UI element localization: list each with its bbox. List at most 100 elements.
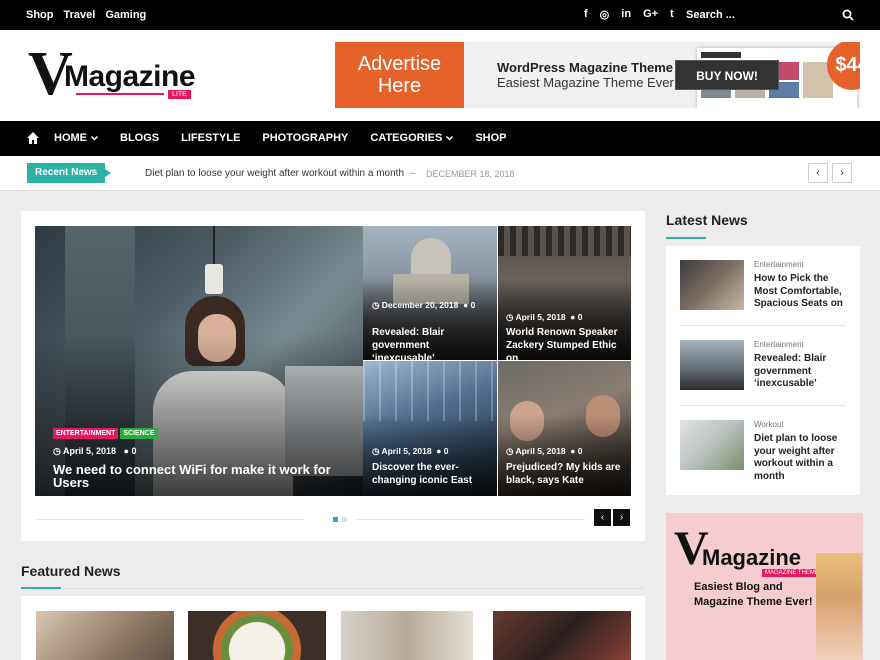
ceiling-beams (498, 226, 631, 256)
latest-news-title[interactable]: How to Pick the Most Comfortable, Spacio… (754, 273, 850, 311)
ticker-separator: – (410, 168, 416, 179)
section-rule (21, 588, 645, 589)
latest-news-thumb[interactable] (680, 420, 744, 470)
facebook-icon[interactable]: f (584, 8, 588, 21)
top-link-shop[interactable]: Shop (26, 9, 54, 21)
slide-tile[interactable]: ◷ December 20, 2018 ● 0 Revealed: Blair … (363, 226, 497, 360)
slide-tile[interactable]: ◷ April 5, 2018 ● 0 World Renown Speaker… (498, 226, 631, 360)
latest-news-title[interactable]: Revealed: Blair government ‘inexcusable’ (754, 353, 850, 391)
nav-item-lifestyle[interactable]: LIFESTYLE (181, 132, 240, 144)
lamp (205, 264, 223, 294)
instagram-icon[interactable]: ◎ (600, 8, 610, 21)
tile-title[interactable]: World Renown Speaker Zackery Stumped Eth… (506, 326, 630, 360)
slider-dot-active[interactable] (333, 517, 338, 522)
tumblr-icon[interactable]: t (670, 8, 674, 21)
search-input[interactable]: Search ... (686, 9, 735, 21)
buy-now-button[interactable]: BUY NOW! (675, 60, 779, 90)
tile-title[interactable]: Prejudiced? My kids are black, says Kate (506, 461, 630, 487)
google-plus-icon[interactable]: G+ (643, 8, 658, 21)
slider-divider (355, 519, 585, 520)
post-date: April 5, 2018 (381, 446, 432, 456)
lamp-cord (213, 226, 215, 266)
slider-prev-button[interactable]: ‹ (594, 509, 611, 526)
tile-meta: ◷ April 5, 2018 ● 0 (506, 312, 583, 322)
latest-news-title[interactable]: Diet plan to loose your weight after wor… (754, 433, 850, 483)
advertise-line-2: Here (377, 75, 422, 97)
ad-title: WordPress Magazine Theme (497, 60, 674, 75)
logo-underline (76, 93, 164, 95)
latest-news-item[interactable]: Entertainment How to Pick the Most Comfo… (680, 260, 850, 320)
featured-post-image[interactable] (36, 611, 174, 660)
search-icon[interactable] (842, 9, 854, 21)
category-badge[interactable]: SCIENCE (120, 428, 158, 439)
top-bar: Shop Travel Gaming f ◎ in G+ t Search ..… (0, 0, 880, 30)
top-link-travel[interactable]: Travel (64, 9, 96, 21)
latest-news-item[interactable]: Workout Diet plan to loose your weight a… (680, 420, 850, 490)
nav-label: SHOP (475, 132, 507, 144)
latest-news-category[interactable]: Entertainment (754, 260, 804, 269)
comment-count: 0 (443, 446, 449, 456)
slide-tile[interactable]: ◷ April 5, 2018 ● 0 Discover the ever-ch… (363, 361, 497, 496)
main-slide-title[interactable]: We need to connect WiFi for make it work… (53, 463, 353, 489)
main-slide[interactable]: ENTERTAINMENT SCIENCE ◷ April 5, 2018 ● 0… (35, 226, 363, 496)
post-date: December 20, 2018 (381, 300, 459, 310)
comment-count: 0 (131, 446, 137, 456)
nav-label: CATEGORIES (370, 132, 443, 144)
top-links: Shop Travel Gaming (26, 9, 146, 21)
featured-post-image[interactable] (493, 611, 631, 660)
comment-count: 0 (577, 446, 583, 456)
main-slide-categories: ENTERTAINMENT SCIENCE (53, 422, 160, 440)
post-date: April 5, 2018 (515, 446, 566, 456)
comment-count: 0 (577, 312, 583, 322)
ticker-date: DECEMBER 18, 2018 (426, 169, 515, 179)
ad-subtitle: Easiest Magazine Theme Ever! (497, 75, 678, 90)
top-link-gaming[interactable]: Gaming (105, 9, 146, 21)
chevron-down-icon (446, 135, 454, 141)
nav-item-blogs[interactable]: BLOGS (120, 132, 159, 144)
header-advertisement[interactable]: Advertise Here WordPress Magazine Theme … (335, 42, 860, 108)
nav-item-shop[interactable]: SHOP (475, 132, 506, 144)
latest-news-thumb[interactable] (680, 340, 744, 390)
logo-wordmark: Magazine (64, 60, 196, 93)
social-links: f ◎ in G+ t (584, 8, 674, 21)
advertise-here-box[interactable]: Advertise Here (335, 42, 464, 108)
glass-roof (363, 361, 497, 421)
nav-item-home[interactable]: HOME (54, 132, 98, 144)
latest-news-item[interactable]: Entertainment Revealed: Blair government… (680, 340, 850, 400)
tile-title[interactable]: Discover the ever-changing iconic East (372, 461, 494, 487)
latest-news-category[interactable]: Entertainment (754, 340, 804, 349)
slider-divider (35, 519, 303, 520)
featured-post-image[interactable] (188, 611, 326, 660)
recent-news-label: Recent News (27, 163, 112, 183)
slider-next-button[interactable]: › (613, 509, 630, 526)
category-badge[interactable]: ENTERTAINMENT (53, 428, 119, 439)
ticker-prev-button[interactable]: ‹ (808, 163, 828, 183)
latest-news-category[interactable]: Workout (754, 420, 784, 429)
tile-meta: ◷ April 5, 2018 ● 0 (372, 446, 449, 456)
linkedin-icon[interactable]: in (621, 8, 631, 21)
ticker-headline[interactable]: Diet plan to loose your weight after wor… (145, 168, 404, 179)
nav-item-categories[interactable]: CATEGORIES (370, 132, 454, 144)
promo-model-image (816, 553, 862, 660)
latest-news-thumb[interactable] (680, 260, 744, 310)
site-logo[interactable]: V Magazine LITE (28, 43, 198, 106)
latest-news-title: Latest News (666, 212, 748, 228)
post-date: April 5, 2018 (63, 446, 117, 456)
promo-line-2: Magazine Theme Ever! (694, 596, 813, 608)
sidebar-promo-banner[interactable]: V Magazine MAGAZINE THEME Easiest Blog a… (666, 513, 863, 660)
slide-tile[interactable]: ◷ April 5, 2018 ● 0 Prejudiced? My kids … (498, 361, 631, 496)
tile-meta: ◷ December 20, 2018 ● 0 (372, 300, 476, 310)
tile-title[interactable]: Revealed: Blair government ‘inexcusable’ (372, 326, 494, 360)
nav-item-photography[interactable]: PHOTOGRAPHY (262, 132, 348, 144)
ticker-next-button[interactable]: › (832, 163, 852, 183)
slider-dot[interactable] (342, 517, 347, 522)
home-icon[interactable] (26, 131, 40, 145)
news-ticker: Recent News Diet plan to loose your weig… (0, 156, 880, 191)
promo-line-1: Easiest Blog and (694, 581, 783, 593)
featured-post-image[interactable] (341, 611, 473, 660)
divider (680, 405, 846, 406)
section-accent-line (666, 237, 706, 239)
nav-label: BLOGS (120, 132, 160, 144)
nav-label: PHOTOGRAPHY (262, 132, 349, 144)
comment-count: 0 (470, 300, 476, 310)
